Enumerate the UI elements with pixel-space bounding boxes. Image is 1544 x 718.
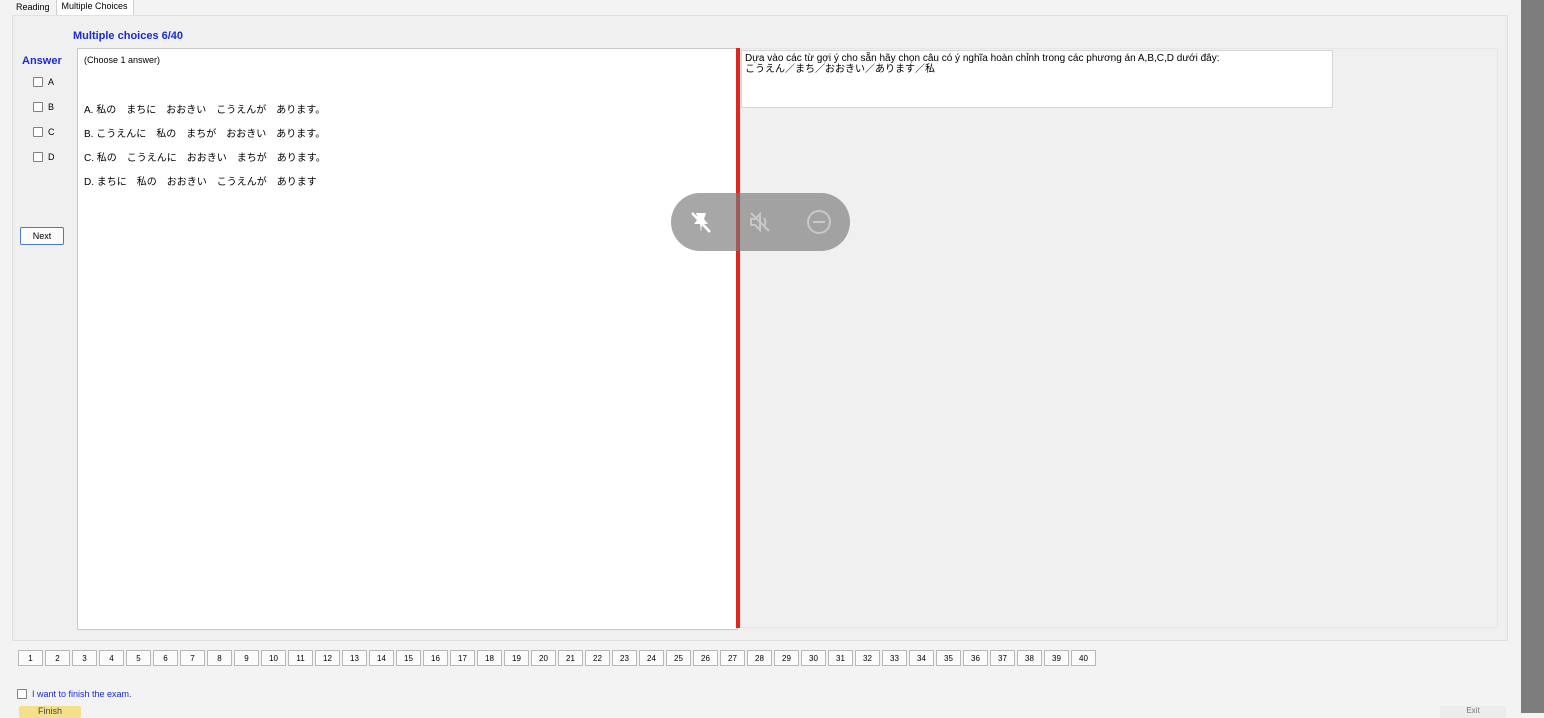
finish-exam-checkbox[interactable] <box>17 689 27 699</box>
page-button-40[interactable]: 40 <box>1071 650 1096 666</box>
page-button-34[interactable]: 34 <box>909 650 934 666</box>
tab-multiple-choices[interactable]: Multiple Choices <box>55 0 134 15</box>
page-button-7[interactable]: 7 <box>180 650 205 666</box>
choice-c: C. 私の こうえんに おおきい まちが あります。 <box>84 153 326 164</box>
page-button-13[interactable]: 13 <box>342 650 367 666</box>
page-button-19[interactable]: 19 <box>504 650 529 666</box>
mute-icon[interactable] <box>744 206 776 238</box>
tab-strip: Reading Multiple Choices <box>10 0 134 15</box>
page-button-30[interactable]: 30 <box>801 650 826 666</box>
page-button-2[interactable]: 2 <box>45 650 70 666</box>
option-label: C <box>48 127 55 137</box>
page-button-35[interactable]: 35 <box>936 650 961 666</box>
question-pane <box>740 48 1498 628</box>
question-words: こうえん／まち／おおきい／あります／私 <box>745 64 935 75</box>
minus-circle-icon[interactable] <box>803 206 835 238</box>
question-header: Multiple choices 6/40 <box>73 30 184 42</box>
page-button-27[interactable]: 27 <box>720 650 745 666</box>
page-button-20[interactable]: 20 <box>531 650 556 666</box>
choice-b: B. こうえんに 私の まちが おおきい あります。 <box>84 129 326 140</box>
page-button-9[interactable]: 9 <box>234 650 259 666</box>
screen-share-toolbar <box>671 193 850 251</box>
page-button-5[interactable]: 5 <box>126 650 151 666</box>
question-navigator: 1 2 3 4 5 6 7 8 9 10 11 12 13 14 15 16 1… <box>18 650 1096 666</box>
option-label: D <box>48 152 55 162</box>
finish-exam-row[interactable]: I want to finish the exam. <box>17 689 132 699</box>
page-button-38[interactable]: 38 <box>1017 650 1042 666</box>
page-button-12[interactable]: 12 <box>315 650 340 666</box>
finish-exam-label: I want to finish the exam. <box>32 689 132 699</box>
page-button-24[interactable]: 24 <box>639 650 664 666</box>
option-b-checkbox[interactable]: B <box>33 102 54 112</box>
next-button[interactable]: Next <box>20 227 64 245</box>
page-button-14[interactable]: 14 <box>369 650 394 666</box>
answer-label: Answer <box>22 55 62 67</box>
option-d-checkbox[interactable]: D <box>33 152 55 162</box>
page-button-15[interactable]: 15 <box>396 650 421 666</box>
checkbox-box[interactable] <box>33 152 43 162</box>
answer-choices-box: (Choose 1 answer) A. 私の まちに おおきい こうえんが あ… <box>77 48 738 630</box>
option-label: B <box>48 102 55 112</box>
page-button-33[interactable]: 33 <box>882 650 907 666</box>
unpin-icon[interactable] <box>685 206 717 238</box>
checkbox-box[interactable] <box>33 127 43 137</box>
page-button-36[interactable]: 36 <box>963 650 988 666</box>
question-instruction: Dựa vào các từ gợi ý cho sẵn hãy chọn câ… <box>745 53 1220 64</box>
page-button-31[interactable]: 31 <box>828 650 853 666</box>
page-button-21[interactable]: 21 <box>558 650 583 666</box>
page-button-1[interactable]: 1 <box>18 650 43 666</box>
option-a-checkbox[interactable]: A <box>33 77 54 87</box>
page-button-6[interactable]: 6 <box>153 650 178 666</box>
page-button-28[interactable]: 28 <box>747 650 772 666</box>
choice-a: A. 私の まちに おおきい こうえんが あります。 <box>84 105 326 116</box>
page-button-17[interactable]: 17 <box>450 650 475 666</box>
tab-reading[interactable]: Reading <box>10 0 56 15</box>
page-button-3[interactable]: 3 <box>72 650 97 666</box>
page-button-10[interactable]: 10 <box>261 650 286 666</box>
page-button-39[interactable]: 39 <box>1044 650 1069 666</box>
finish-button[interactable]: Finish <box>19 706 81 718</box>
question-text-box: Dựa vào các từ gợi ý cho sẵn hãy chọn câ… <box>741 50 1333 108</box>
page-button-23[interactable]: 23 <box>612 650 637 666</box>
checkbox-box[interactable] <box>33 102 43 112</box>
option-label: A <box>48 77 55 87</box>
checkbox-box[interactable] <box>33 77 43 87</box>
page-button-29[interactable]: 29 <box>774 650 799 666</box>
page-button-11[interactable]: 11 <box>288 650 313 666</box>
page-button-37[interactable]: 37 <box>990 650 1015 666</box>
window-edge <box>1521 0 1544 713</box>
page-button-18[interactable]: 18 <box>477 650 502 666</box>
exit-button[interactable]: Exit <box>1440 706 1506 718</box>
page-button-32[interactable]: 32 <box>855 650 880 666</box>
page-button-16[interactable]: 16 <box>423 650 448 666</box>
choice-d: D. まちに 私の おおきい こうえんが あります <box>84 177 317 188</box>
page-button-25[interactable]: 25 <box>666 650 691 666</box>
page-button-26[interactable]: 26 <box>693 650 718 666</box>
option-c-checkbox[interactable]: C <box>33 127 55 137</box>
page-button-22[interactable]: 22 <box>585 650 610 666</box>
page-button-8[interactable]: 8 <box>207 650 232 666</box>
page-button-4[interactable]: 4 <box>99 650 124 666</box>
choose-instruction: (Choose 1 answer) <box>84 55 161 65</box>
